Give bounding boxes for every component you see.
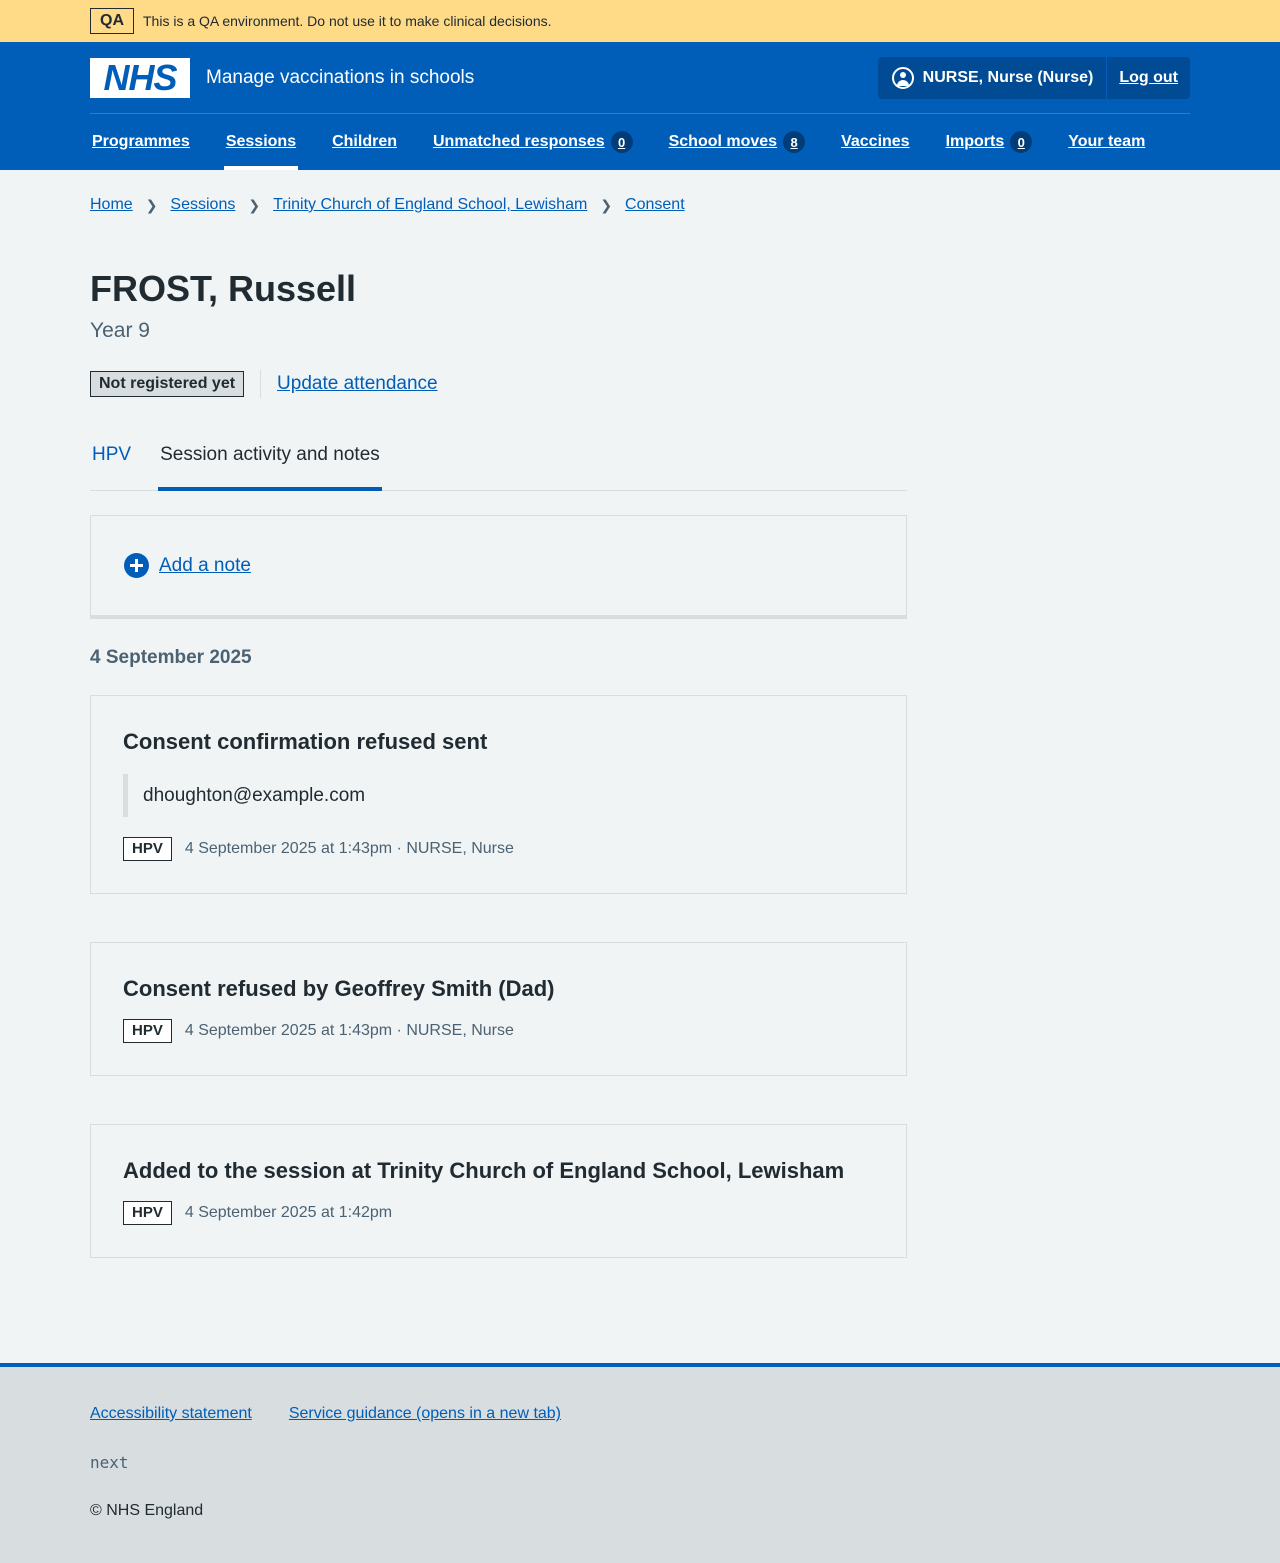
nav-item-children[interactable]: Children xyxy=(332,114,397,170)
activity-card: Added to the session at Trinity Church o… xyxy=(90,1124,907,1258)
site-footer: Accessibility statement Service guidance… xyxy=(0,1363,1280,1563)
app-version: next xyxy=(90,1453,129,1472)
main-content: FROST, Russell Year 9 Not registered yet… xyxy=(0,240,1280,1258)
chevron-right-icon: ❯ xyxy=(248,196,261,213)
plus-circle-icon[interactable] xyxy=(124,553,149,578)
account-user: NURSE, Nurse (Nurse) xyxy=(878,56,1108,99)
year-group: Year 9 xyxy=(90,319,150,342)
event-meta: HPV 4 September 2025 at 1:43pm · NURSE, … xyxy=(123,1019,874,1043)
programme-tag: HPV xyxy=(123,1201,172,1225)
breadcrumb-session[interactable]: Trinity Church of England School, Lewish… xyxy=(273,196,587,214)
registration-status-tag: Not registered yet xyxy=(90,371,245,397)
event-quote: dhoughton@example.com xyxy=(123,774,874,817)
user-name: NURSE, Nurse (Nurse) xyxy=(922,68,1094,86)
breadcrumb-consent[interactable]: Consent xyxy=(625,196,685,214)
event-meta: HPV 4 September 2025 at 1:42pm xyxy=(123,1201,874,1225)
status-row: Not registered yet Update attendance xyxy=(90,370,1190,398)
nav-item-programmes[interactable]: Programmes xyxy=(92,114,190,170)
footer-links: Accessibility statement Service guidance… xyxy=(90,1405,1190,1423)
programme-tag: HPV xyxy=(123,837,172,861)
event-timestamp: 4 September 2025 at 1:43pm · NURSE, Nurs… xyxy=(184,840,514,857)
breadcrumb: Home ❯ Sessions ❯ Trinity Church of Engl… xyxy=(0,170,1280,240)
nav-item-vaccines[interactable]: Vaccines xyxy=(841,114,910,170)
account-menu: NURSE, Nurse (Nurse) Log out xyxy=(877,56,1190,99)
add-note-card: Add a note xyxy=(90,515,907,619)
nhs-logo: NHS xyxy=(90,57,190,98)
service-name: Manage vaccinations in schools xyxy=(206,66,475,88)
breadcrumb-home[interactable]: Home xyxy=(90,196,133,214)
event-meta: HPV 4 September 2025 at 1:43pm · NURSE, … xyxy=(123,837,874,861)
nav-item-your-team[interactable]: Your team xyxy=(1068,114,1145,170)
nav-item-imports[interactable]: Imports 0 xyxy=(946,114,1033,170)
accessibility-statement-link[interactable]: Accessibility statement xyxy=(90,1405,252,1423)
copyright: © NHS England xyxy=(90,1502,204,1519)
programme-tag: HPV xyxy=(123,1019,172,1043)
count-badge: 0 xyxy=(1010,131,1033,153)
add-note-link[interactable]: Add a note xyxy=(159,555,251,577)
count-badge: 8 xyxy=(783,131,806,153)
date-heading: 4 September 2025 xyxy=(90,647,252,668)
count-badge: 0 xyxy=(610,131,633,153)
chevron-right-icon: ❯ xyxy=(600,196,613,213)
chevron-right-icon: ❯ xyxy=(145,196,158,213)
user-icon xyxy=(891,66,914,89)
qa-banner-text: This is a QA environment. Do not use it … xyxy=(143,13,552,29)
event-timestamp: 4 September 2025 at 1:42pm xyxy=(184,1204,393,1221)
activity-card: Consent refused by Geoffrey Smith (Dad) … xyxy=(90,942,907,1076)
logout-link[interactable]: Log out xyxy=(1107,57,1190,99)
activity-card: Consent confirmation refused sent dhough… xyxy=(90,695,907,894)
tab-session-activity[interactable]: Session activity and notes xyxy=(158,444,382,491)
qa-banner: QA This is a QA environment. Do not use … xyxy=(0,0,1280,42)
breadcrumb-sessions[interactable]: Sessions xyxy=(170,196,235,214)
divider xyxy=(260,370,262,398)
service-guidance-link[interactable]: Service guidance (opens in a new tab) xyxy=(289,1405,561,1423)
primary-nav: Programmes Sessions Children Unmatched r… xyxy=(0,114,1280,170)
tabs: HPV Session activity and notes xyxy=(90,444,907,491)
event-title: Consent confirmation refused sent xyxy=(123,729,488,754)
page-title: FROST, Russell xyxy=(90,268,357,309)
nav-item-sessions[interactable]: Sessions xyxy=(223,114,299,170)
update-attendance-link[interactable]: Update attendance xyxy=(277,373,438,395)
home-link[interactable]: NHS Manage vaccinations in schools xyxy=(90,57,475,98)
nav-item-unmatched-responses[interactable]: Unmatched responses 0 xyxy=(433,114,633,170)
nav-item-school-moves[interactable]: School moves 8 xyxy=(669,114,806,170)
event-title: Added to the session at Trinity Church o… xyxy=(123,1158,845,1183)
site-header: NHS Manage vaccinations in schools NURSE… xyxy=(0,42,1280,170)
event-timestamp: 4 September 2025 at 1:43pm · NURSE, Nurs… xyxy=(184,1022,514,1039)
qa-tag: QA xyxy=(90,8,134,34)
event-title: Consent refused by Geoffrey Smith (Dad) xyxy=(123,976,555,1001)
tab-hpv[interactable]: HPV xyxy=(90,444,133,490)
